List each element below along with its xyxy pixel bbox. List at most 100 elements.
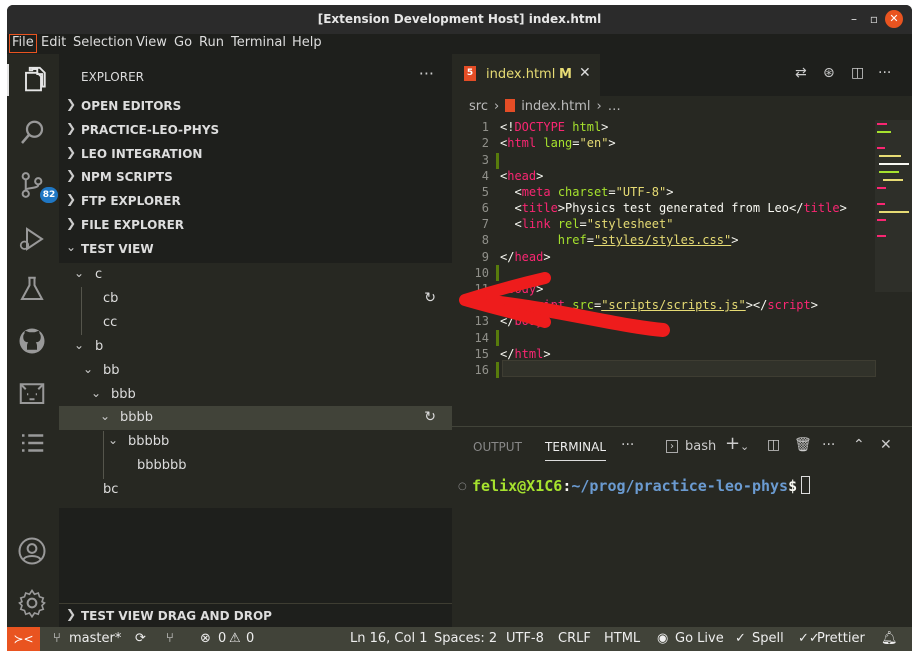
check-icon: ✓: [735, 631, 746, 646]
sidebar-more-icon[interactable]: ···: [419, 64, 434, 83]
maximize-panel-icon[interactable]: ⌃: [853, 437, 865, 453]
tree-item-bbbbb[interactable]: ⌄ bbbbb: [59, 430, 452, 454]
github-icon[interactable]: [17, 326, 49, 358]
go-live-button[interactable]: Go Live: [675, 631, 724, 646]
section-test-view[interactable]: ⌄ TEST VIEW: [59, 238, 452, 260]
end-of-line[interactable]: CRLF: [558, 631, 591, 646]
tab-index-html[interactable]: 5 index.html M ✕: [452, 54, 600, 96]
breadcrumb-file[interactable]: index.html: [521, 99, 590, 114]
account-icon[interactable]: [17, 536, 49, 568]
tab-terminal[interactable]: TERMINAL: [545, 440, 607, 461]
maximize-button[interactable]: ▫: [865, 10, 883, 28]
section-open-editors[interactable]: ❯ OPEN EDITORS: [59, 95, 452, 117]
refresh-icon[interactable]: ↻: [424, 409, 436, 425]
test-view-tree: ⌄ c cb ↻ cc ⌄ b ⌄ bb ⌄ bbb ⌄ bbbb ↻ ⌄ bbbbb bbbb…: [59, 263, 452, 508]
tree-item-bbb[interactable]: ⌄ bbb: [59, 383, 452, 407]
language-mode[interactable]: HTML: [604, 631, 640, 646]
explorer-sidebar: EXPLORER ··· ❯ OPEN EDITORS ❯ PRACTICE-LEO…: [59, 54, 452, 627]
minimize-button[interactable]: –: [845, 10, 863, 28]
panel-more-icon[interactable]: ···: [621, 437, 634, 453]
line-number: 7: [481, 217, 489, 231]
menu-edit[interactable]: Edit: [41, 35, 66, 50]
chevron-right-icon: ❯: [66, 145, 77, 159]
menu-view[interactable]: View: [136, 35, 167, 50]
chevron-right-icon: ›: [493, 99, 500, 114]
search-icon[interactable]: [17, 118, 49, 150]
list-view-icon[interactable]: [17, 428, 49, 460]
menu-selection[interactable]: Selection: [73, 35, 133, 50]
chevron-down-icon: ⌄: [74, 338, 85, 352]
terminal-circle-icon: ○: [458, 481, 467, 492]
section-npm-scripts[interactable]: ❯ NPM SCRIPTS: [59, 166, 452, 188]
chevron-right-icon: ❯: [66, 121, 77, 135]
new-terminal-icon[interactable]: +: [725, 433, 740, 454]
breadcrumb-more[interactable]: …: [608, 99, 621, 114]
section-ftp-explorer[interactable]: ❯ FTP EXPLORER: [59, 190, 452, 212]
tree-item-bbbb[interactable]: ⌄ bbbb ↻: [59, 406, 452, 430]
section-practice-leo-phys[interactable]: ❯ PRACTICE-LEO-PHYS: [59, 119, 452, 141]
tree-item-c[interactable]: ⌄ c: [59, 263, 452, 287]
chevron-right-icon: ❯: [66, 97, 77, 111]
panel-actions-more-icon[interactable]: ···: [822, 437, 835, 453]
tab-output[interactable]: OUTPUT: [473, 440, 522, 454]
section-leo-integration[interactable]: ❯ LEO INTEGRATION: [59, 143, 452, 165]
cursor-position[interactable]: Ln 16, Col 1: [350, 631, 427, 646]
menu-go[interactable]: Go: [174, 35, 192, 50]
title-bar: [Extension Development Host] index.html …: [7, 5, 912, 34]
encoding[interactable]: UTF-8: [506, 631, 544, 646]
tree-item-cb[interactable]: cb ↻: [59, 287, 452, 311]
terminal-output[interactable]: felix@X1C6:~/prog/practice-leo-phys$: [472, 476, 811, 495]
remote-indicator-icon[interactable]: ≻<: [7, 627, 40, 651]
chevron-down-icon: ⌄: [83, 362, 94, 376]
close-panel-icon[interactable]: ✕: [880, 437, 892, 453]
testing-flask-icon[interactable]: [17, 274, 49, 306]
notifications-bell-icon[interactable]: 🔔︎: [881, 631, 898, 646]
line-number: 6: [481, 201, 489, 215]
chevron-right-icon: ❯: [66, 168, 77, 182]
error-count[interactable]: 0: [218, 631, 226, 646]
line-number: 5: [481, 185, 489, 199]
tree-item-bb[interactable]: ⌄ bb: [59, 359, 452, 383]
open-changes-icon[interactable]: ⇄: [795, 65, 807, 81]
chevron-down-icon[interactable]: ⌄: [740, 440, 749, 453]
menu-file[interactable]: File: [9, 34, 37, 53]
minimap[interactable]: [875, 120, 912, 292]
git-graph-icon[interactable]: ⑂: [166, 631, 174, 646]
line-number: 15: [474, 347, 489, 361]
settings-gear-icon[interactable]: [17, 588, 49, 620]
indentation[interactable]: Spaces: 2: [434, 631, 497, 646]
line-number: 4: [481, 169, 489, 183]
split-terminal-icon[interactable]: ◫: [767, 437, 780, 453]
section-test-view-drag-and-drop[interactable]: ❯ TEST VIEW DRAG AND DROP: [59, 603, 452, 627]
run-debug-icon[interactable]: [17, 224, 49, 256]
go-live-preview-icon[interactable]: ⊛: [823, 65, 835, 81]
prettier-button[interactable]: Prettier: [817, 631, 865, 646]
spell-button[interactable]: Spell: [752, 631, 784, 646]
leo-cat-icon[interactable]: [17, 378, 49, 410]
sync-icon[interactable]: ⟳: [135, 631, 146, 646]
source-control-icon[interactable]: 82: [17, 170, 58, 203]
editor-more-icon[interactable]: ···: [878, 65, 891, 81]
git-branch[interactable]: master*: [69, 631, 121, 646]
git-branch-icon: ⑂: [53, 631, 61, 646]
chevron-right-icon: ❯: [66, 607, 77, 621]
refresh-icon[interactable]: ↻: [424, 290, 436, 306]
chevron-down-icon: ⌄: [108, 433, 119, 447]
kill-terminal-trash-icon[interactable]: 🗑: [794, 437, 812, 453]
tree-item-bc[interactable]: bc: [59, 478, 452, 502]
menu-terminal[interactable]: Terminal: [231, 35, 286, 50]
warning-count[interactable]: 0: [246, 631, 254, 646]
close-window-button[interactable]: ✕: [885, 10, 903, 28]
breadcrumb-folder[interactable]: src: [469, 99, 488, 114]
explorer-icon[interactable]: [7, 64, 59, 96]
tree-item-cc[interactable]: cc: [59, 311, 452, 335]
menu-help[interactable]: Help: [292, 35, 322, 50]
tree-item-b[interactable]: ⌄ b: [59, 335, 452, 359]
terminal-shell-select[interactable]: bash: [685, 439, 716, 454]
split-editor-icon[interactable]: ◫: [851, 65, 864, 81]
line-number: 3: [481, 153, 489, 167]
tree-item-bbbbbb[interactable]: bbbbbb: [59, 454, 452, 478]
close-tab-icon[interactable]: ✕: [579, 65, 591, 81]
menu-run[interactable]: Run: [199, 35, 224, 50]
section-file-explorer[interactable]: ❯ FILE EXPLORER: [59, 214, 452, 236]
